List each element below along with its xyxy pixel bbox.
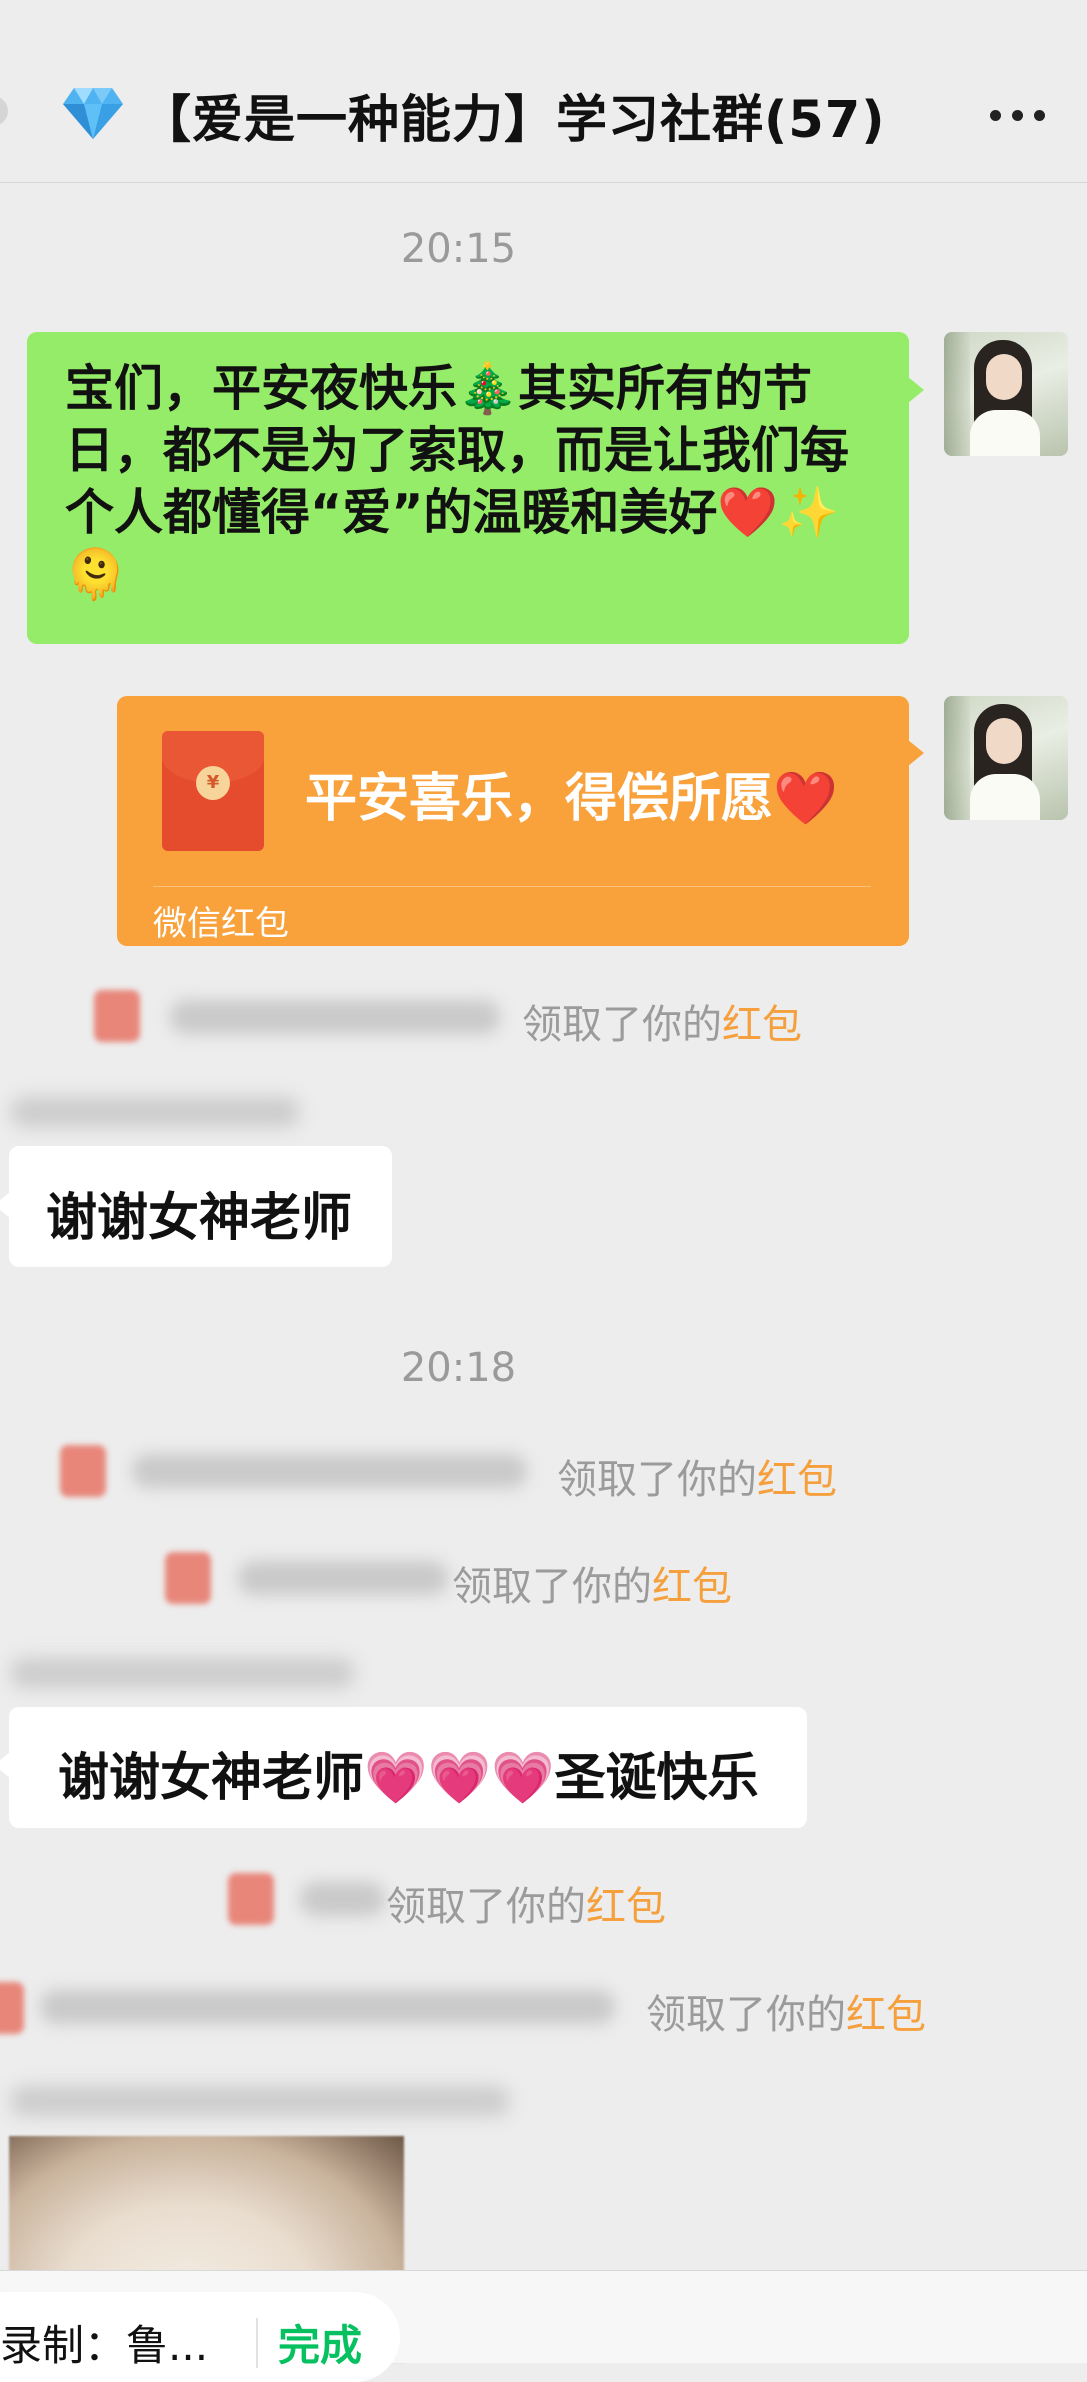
- done-button[interactable]: 完成: [278, 2312, 362, 2373]
- system-notice: 领取了你的红包: [386, 1884, 666, 1930]
- red-packet-small-icon: [228, 1873, 274, 1925]
- avatar[interactable]: [944, 696, 1068, 820]
- red-packet-small-icon: [0, 1982, 24, 2034]
- redacted-name: [238, 1561, 448, 1595]
- recording-label: 录制：鲁...: [0, 2321, 209, 2370]
- timestamp: 20:18: [400, 1345, 517, 1391]
- redacted-name: [300, 1882, 385, 1916]
- diamond-icon: [63, 88, 123, 139]
- red-packet-link[interactable]: 红包: [722, 1002, 802, 1048]
- timestamp: 20:15: [400, 226, 517, 272]
- bubble-tail: [908, 377, 924, 403]
- red-packet-link[interactable]: 红包: [652, 1564, 732, 1610]
- avatar[interactable]: [944, 332, 1068, 456]
- system-notice: 领取了你的红包: [522, 1002, 802, 1048]
- message-text: 谢谢女神老师: [46, 1189, 353, 1248]
- system-notice: 领取了你的红包: [452, 1564, 732, 1610]
- bubble-tail: [908, 740, 924, 766]
- red-packet-footer: 微信红包: [153, 904, 289, 944]
- red-packet-link[interactable]: 红包: [846, 1992, 926, 2038]
- red-packet-link[interactable]: 红包: [757, 1457, 837, 1503]
- sender-nickname: [10, 1658, 355, 1688]
- red-packet-small-icon: [165, 1552, 211, 1604]
- system-notice: 领取了你的红包: [646, 1992, 926, 2038]
- system-notice: 领取了你的红包: [557, 1457, 837, 1503]
- redacted-name: [132, 1454, 527, 1488]
- red-packet-small-icon: [60, 1445, 106, 1497]
- redacted-name: [170, 1000, 500, 1034]
- more-icon[interactable]: [990, 96, 1050, 136]
- message-text: 宝们，平安夜快乐🎄其实所有的节日，都不是为了索取，而是让我们每个人都懂得“爱”的…: [65, 360, 850, 603]
- divider: [153, 886, 871, 887]
- red-packet-title: 平安喜乐，得偿所愿❤️: [305, 769, 838, 829]
- sender-nickname: [10, 1097, 300, 1127]
- redacted-name: [40, 1990, 615, 2024]
- chat-title: 【爱是一种能力】学习社群(57): [140, 91, 886, 150]
- sender-nickname: [10, 2086, 510, 2116]
- red-packet-small-icon: [94, 990, 140, 1042]
- yuan-coin-icon: ¥: [196, 766, 230, 800]
- divider: [256, 2318, 258, 2368]
- red-packet-link[interactable]: 红包: [586, 1884, 666, 1930]
- message-text: 谢谢女神老师💗💗💗圣诞快乐: [58, 1749, 759, 1808]
